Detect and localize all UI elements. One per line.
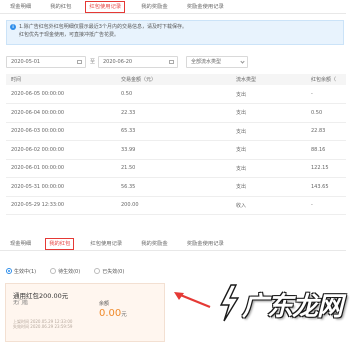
radio-active[interactable] (6, 268, 12, 274)
cell-balance: 143.65 (306, 177, 346, 197)
cell-flow-type: 支出 (231, 140, 306, 160)
radio-label-expired[interactable]: 已失效(0) (102, 268, 124, 275)
cell-balance: - (306, 196, 346, 215)
cell-amount: 56.35 (116, 177, 231, 197)
cell-balance: 22.83 (306, 122, 346, 141)
table-row: 2020-06-03 00:00:00 65.33 支出 22.83 (6, 122, 346, 141)
cell-time: 2020-06-05 00:00:00 (6, 85, 116, 104)
flow-type-select[interactable]: 全部流水类型 (186, 56, 248, 68)
lightning-bolt-icon (219, 284, 240, 322)
top-tab-bar: 现金明细 我的红包 红包使用记录 我的奖励金 奖励金使用记录 (0, 0, 346, 14)
cell-amount: 65.33 (116, 122, 231, 141)
coupon-condition: 无门槛 (13, 300, 29, 306)
remaining-value: 0.00元 (99, 308, 127, 319)
cell-time: 2020-06-02 00:00:00 (6, 140, 116, 160)
radio-pending[interactable] (50, 268, 57, 274)
tab-my-reward[interactable]: 我的奖励金 (131, 0, 177, 14)
cell-balance: 0.50 (306, 103, 346, 123)
table-row: 2020-05-29 12:33:00 200.00 收入 - (6, 196, 346, 215)
table-row: 2020-05-31 00:00:00 56.35 支出 143.65 (6, 177, 346, 197)
usage-record-table: 时间 交易金额（元） 流水类型 红包余额（ 2020-06-05 00:00:0… (6, 74, 346, 215)
calendar-icon (169, 60, 174, 64)
cell-flow-type: 收入 (231, 196, 306, 215)
cell-balance: 122.15 (306, 159, 346, 178)
table-row: 2020-06-02 00:00:00 33.99 支出 88.16 (6, 140, 346, 160)
filter-bar: 2020-05-01 至 2020-06-20 全部流水类型 (6, 56, 346, 68)
radio-label-active[interactable]: 生效中(1) (14, 268, 36, 275)
status-filter: 生效中(1) 待生效(0) 已失效(0) (6, 266, 138, 276)
table-row: 2020-06-04 00:00:00 22.33 支出 0.50 (6, 103, 346, 123)
column-header-flow-type: 流水类型 (231, 74, 306, 85)
watermark-text: 广东龙网 (242, 292, 343, 322)
tab-red-packet-usage[interactable]: 红包使用记录 (85, 0, 126, 13)
tab-reward-usage[interactable]: 奖励金使用记录 (177, 237, 233, 251)
cell-time: 2020-06-04 00:00:00 (6, 103, 116, 123)
tab-my-red-packet[interactable]: 我的红包 (40, 0, 80, 14)
tab-my-reward[interactable]: 我的奖励金 (131, 237, 177, 251)
column-header-amount: 交易金额（元） (116, 74, 231, 85)
cell-amount: 0.50 (116, 85, 231, 104)
tab-reward-usage[interactable]: 奖励金使用记录 (177, 0, 233, 14)
watermark-logo: 广东龙网 (218, 284, 343, 322)
cell-amount: 21.50 (116, 159, 231, 178)
notice-line-2: 红包优先于现金使用，可直接冲抵广告花费。 (19, 31, 120, 38)
column-header-time: 时间 (6, 74, 116, 85)
cell-balance: 88.16 (306, 140, 346, 160)
tab-my-red-packet[interactable]: 我的红包 (45, 237, 75, 250)
tab-cash-detail[interactable]: 现金明细 (0, 0, 40, 14)
cell-amount: 22.33 (116, 103, 231, 123)
cell-amount: 200.00 (116, 196, 231, 215)
chevron-down-icon (240, 59, 245, 64)
cell-flow-type: 支出 (231, 122, 306, 141)
cell-flow-type: 支出 (231, 159, 306, 178)
start-date-input[interactable]: 2020-05-01 (6, 56, 86, 68)
table-row: 2020-06-05 00:00:00 0.50 支出 - (6, 85, 346, 104)
table-row: 2020-06-01 00:00:00 21.50 支出 122.15 (6, 159, 346, 178)
cell-flow-type: 支出 (231, 85, 306, 104)
cell-time: 2020-06-01 00:00:00 (6, 159, 116, 178)
cell-amount: 33.99 (116, 140, 231, 160)
radio-expired[interactable] (94, 268, 101, 274)
cell-time: 2020-06-03 00:00:00 (6, 122, 116, 141)
cell-time: 2020-05-31 00:00:00 (6, 177, 116, 197)
remaining-unit: 元 (121, 312, 127, 318)
tab-cash-detail[interactable]: 现金明细 (0, 237, 40, 251)
info-notice: i 1.除广告红包外红包明细仅展示最近3个月内的交易信息，请及时下载保存。 红包… (6, 20, 344, 45)
bottom-tab-bar: 现金明细 我的红包 红包使用记录 我的奖励金 奖励金使用记录 (0, 237, 346, 251)
calendar-icon (77, 60, 82, 64)
table-header-row: 时间 交易金额（元） 流水类型 红包余额（ (6, 74, 346, 85)
end-date-input[interactable]: 2020-06-20 (98, 56, 178, 68)
tab-red-packet-usage[interactable]: 红包使用记录 (80, 237, 131, 251)
annotation-arrow-icon (174, 292, 211, 309)
cell-balance: - (306, 85, 346, 104)
remaining-amount: 0.00 (99, 308, 122, 319)
cell-time: 2020-05-29 12:33:00 (6, 196, 116, 215)
info-icon: i (10, 24, 16, 30)
cell-flow-type: 支出 (231, 103, 306, 123)
red-packet-card[interactable]: 通用红包200.00元 无门槛 上架时间 2020.05.29 12:33:00… (5, 283, 165, 342)
notice-line-1: 1.除广告红包外红包明细仅展示最近3个月内的交易信息，请及时下载保存。 (19, 24, 187, 30)
coupon-end-date: 失效时间 2020.06.29 23:59:59 (13, 324, 73, 329)
remaining-label: 余额 (99, 301, 110, 307)
cell-flow-type: 支出 (231, 177, 306, 197)
date-separator: 至 (90, 59, 96, 65)
column-header-balance: 红包余额（ (306, 74, 346, 85)
radio-label-pending[interactable]: 待生效(0) (58, 268, 80, 275)
